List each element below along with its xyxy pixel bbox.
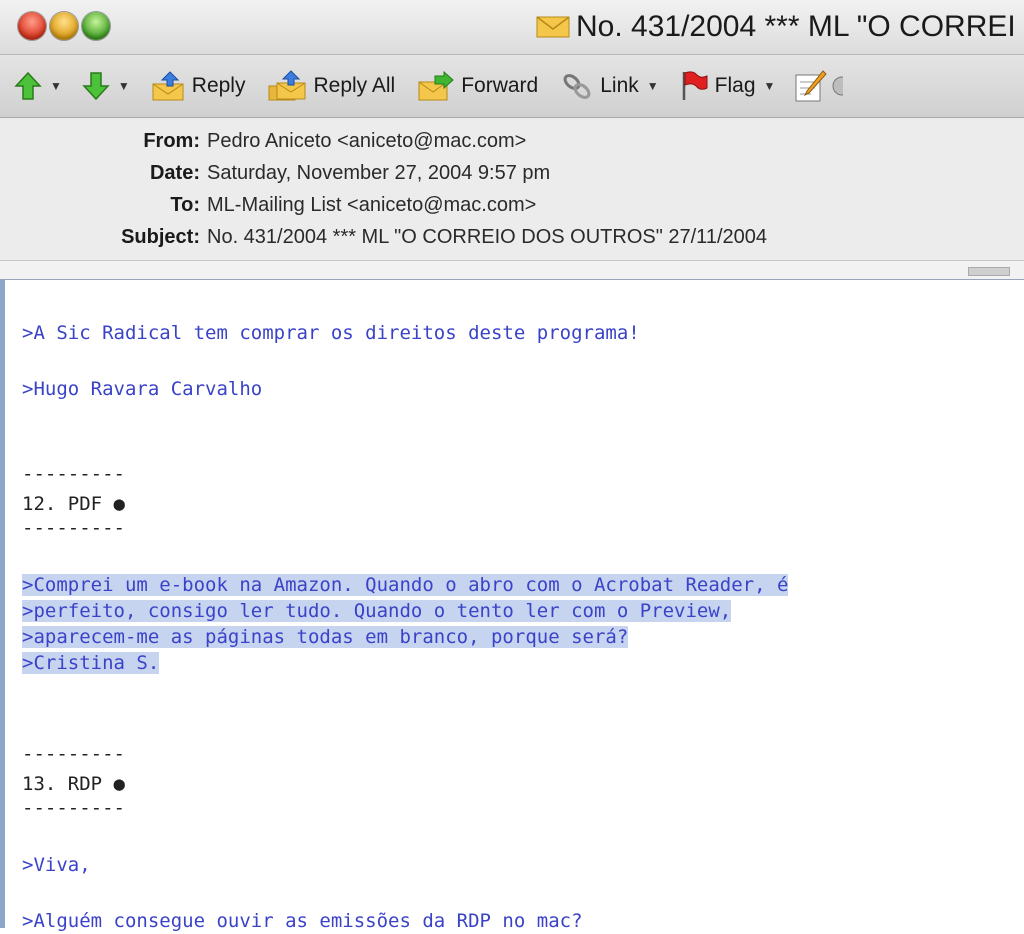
title-bar: No. 431/2004 *** ML "O CORREI <box>0 0 1024 55</box>
chevron-down-icon[interactable]: ▼ <box>50 79 62 93</box>
separator-line: --------- <box>22 797 125 819</box>
from-row: From: Pedro Aniceto <aniceto@mac.com> <box>0 126 526 156</box>
subject-row: Subject: No. 431/2004 *** ML "O CORREIO … <box>0 222 767 252</box>
section-heading-13: 13. RDP ● <box>22 771 125 797</box>
selected-text: >Cristina S. <box>22 652 160 674</box>
envelope-icon <box>536 16 570 38</box>
body-line: >Viva, <box>22 854 91 876</box>
selected-text: >Comprei um e-book na Amazon. Quando o a… <box>22 574 789 596</box>
reply-label: Reply <box>191 74 246 97</box>
previous-message-button[interactable]: ▼ <box>14 66 62 106</box>
selected-line: >perfeito, consigo ler tudo. Quando o te… <box>22 598 732 624</box>
forward-icon <box>418 70 454 101</box>
link-label: Link <box>600 74 639 97</box>
up-arrow-icon <box>14 71 42 100</box>
date-key: Date: <box>149 161 200 184</box>
flag-button[interactable]: Flag ▼ <box>679 66 776 106</box>
reply-icon <box>152 71 184 101</box>
separator-line: --------- <box>22 517 125 539</box>
reply-all-button[interactable]: Reply All <box>267 66 395 106</box>
body-line: >A Sic Radical tem comprar os direitos d… <box>22 322 640 344</box>
body-line: >Alguém consegue ouvir as emissões da RD… <box>22 910 583 932</box>
subject-value: No. 431/2004 *** ML "O CORREIO DOS OUTRO… <box>207 225 767 248</box>
link-icon <box>563 74 591 99</box>
down-arrow-icon <box>82 72 110 101</box>
from-key: From: <box>143 129 200 152</box>
chevron-down-icon[interactable]: ▼ <box>118 79 130 93</box>
to-row: To: ML-Mailing List <aniceto@mac.com> <box>0 190 536 220</box>
separator-line: --------- <box>22 743 125 765</box>
selected-text: >aparecem-me as páginas todas em branco,… <box>22 626 629 648</box>
partial-icon <box>832 76 844 96</box>
date-row: Date: Saturday, November 27, 2004 9:57 p… <box>0 158 550 188</box>
more-toolbar-icon[interactable] <box>831 66 844 106</box>
section-heading-12: 12. PDF ● <box>22 491 125 517</box>
flag-label: Flag <box>714 74 756 97</box>
window-title: No. 431/2004 *** ML "O CORREI <box>576 10 1016 43</box>
flag-icon <box>682 71 708 100</box>
reply-all-icon <box>268 70 306 101</box>
section-title: 12. PDF <box>22 493 114 515</box>
link-button[interactable]: Link ▼ <box>560 66 659 106</box>
next-message-button[interactable]: ▼ <box>82 66 130 106</box>
pane-splitter[interactable] <box>0 261 1024 280</box>
close-window-button[interactable] <box>18 12 46 40</box>
section-title: 13. RDP <box>22 773 114 795</box>
selected-line: >Comprei um e-book na Amazon. Quando o a… <box>22 572 789 598</box>
from-value[interactable]: Pedro Aniceto <aniceto@mac.com> <box>207 130 526 153</box>
toolbar: ▼ ▼ Reply Reply All Forward Link ▼ Flag … <box>0 55 1024 118</box>
to-key: To: <box>170 193 200 216</box>
splitter-handle[interactable] <box>968 267 1010 276</box>
subject-key: Subject: <box>121 225 200 248</box>
date-value: Saturday, November 27, 2004 9:57 pm <box>207 161 551 184</box>
body-line: >Hugo Ravara Carvalho <box>22 378 263 400</box>
separator-line: --------- <box>22 463 125 485</box>
reply-all-label: Reply All <box>313 74 396 97</box>
selected-line: >aparecem-me as páginas todas em branco,… <box>22 624 629 650</box>
to-value[interactable]: ML-Mailing List <aniceto@mac.com> <box>207 194 536 217</box>
selected-text: >perfeito, consigo ler tudo. Quando o te… <box>22 600 732 622</box>
selected-line: >Cristina S. <box>22 650 160 676</box>
reply-button[interactable]: Reply <box>150 66 246 106</box>
forward-label: Forward <box>461 74 539 97</box>
message-headers: From: Pedro Aniceto <aniceto@mac.com> Da… <box>0 118 1024 261</box>
chevron-down-icon[interactable]: ▼ <box>647 79 659 93</box>
apple-icon: ● <box>113 493 125 515</box>
apple-icon: ● <box>113 773 125 795</box>
notes-button[interactable] <box>793 66 828 106</box>
chevron-down-icon[interactable]: ▼ <box>764 79 776 93</box>
notes-icon <box>795 70 828 102</box>
message-body[interactable]: >A Sic Radical tem comprar os direitos d… <box>0 280 1024 932</box>
zoom-window-button[interactable] <box>82 12 110 40</box>
minimize-window-button[interactable] <box>50 12 78 40</box>
forward-button[interactable]: Forward <box>417 66 538 106</box>
